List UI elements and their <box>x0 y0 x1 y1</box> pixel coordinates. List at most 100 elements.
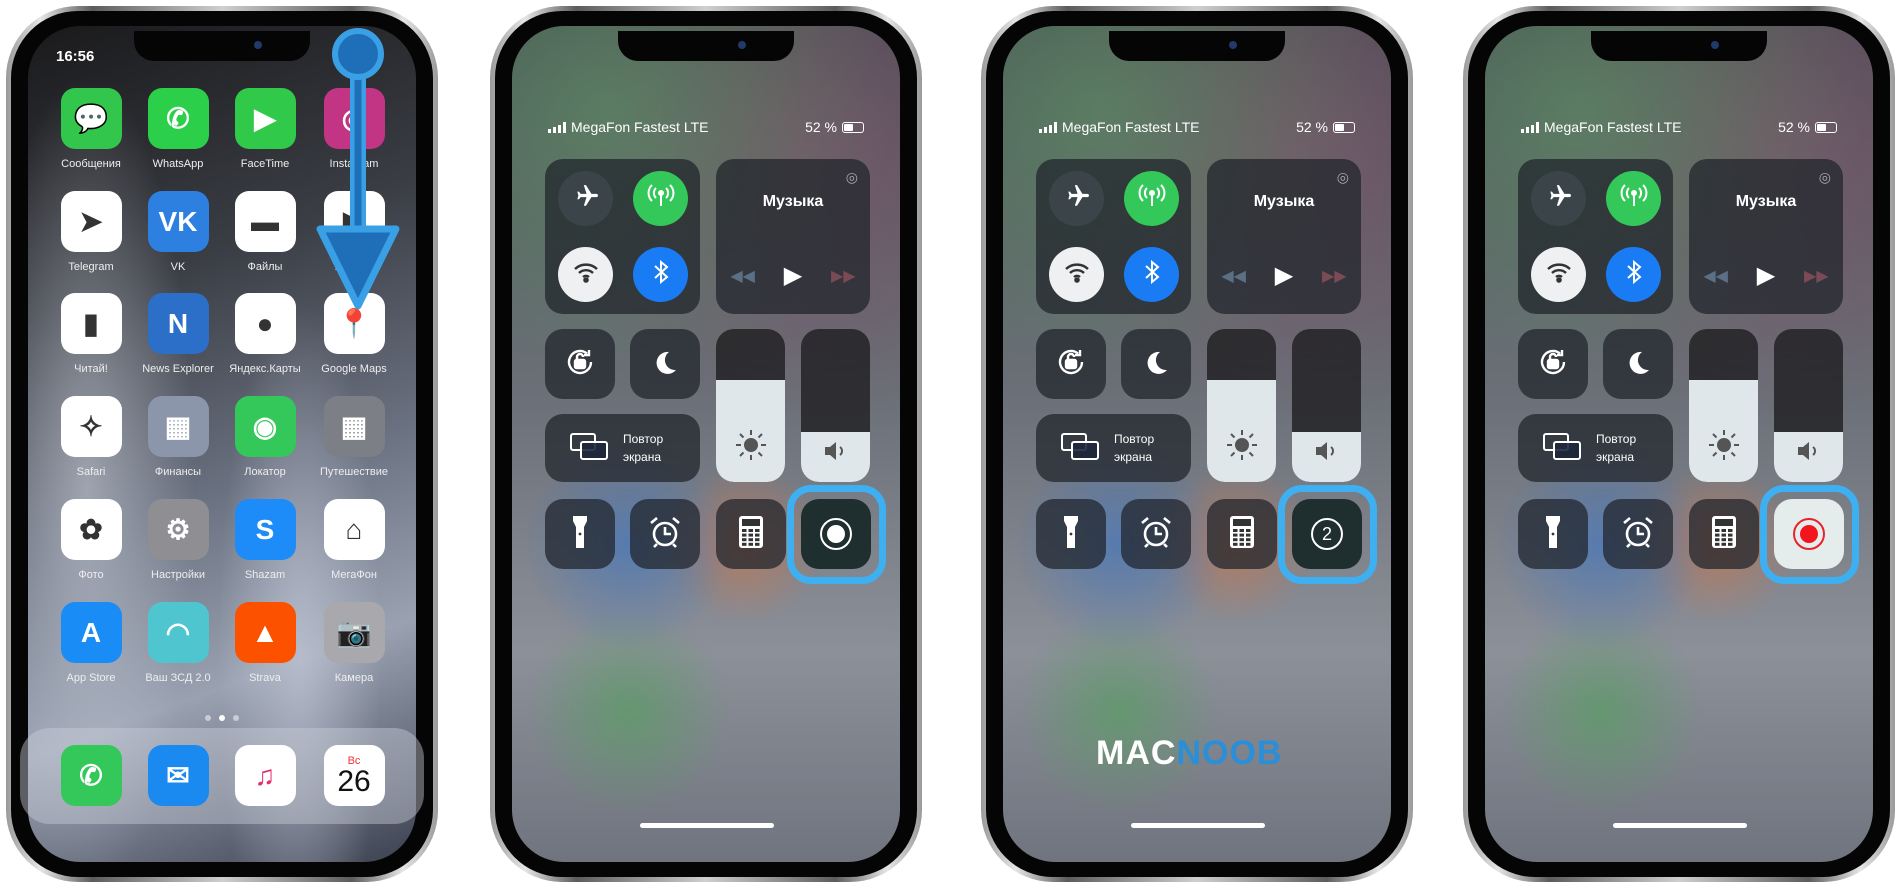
alarm-button[interactable] <box>1603 499 1673 569</box>
page-indicator[interactable] <box>205 715 239 721</box>
music-panel[interactable]: Музыка ◎ ◀◀ ▶ ▶▶ <box>1207 159 1361 314</box>
bluetooth-icon <box>651 259 671 291</box>
page-dot <box>219 715 225 721</box>
bluetooth-toggle[interactable] <box>1124 247 1179 302</box>
home-indicator[interactable] <box>640 823 774 828</box>
fast-forward-icon[interactable]: ▶▶ <box>1322 266 1347 286</box>
screen-mirroring-button[interactable]: Повтор экрана <box>1036 414 1191 482</box>
do-not-disturb-button[interactable] <box>630 329 700 399</box>
airplay-icon[interactable]: ◎ <box>846 169 858 186</box>
home-indicator[interactable] <box>1131 823 1265 828</box>
app-yandex-maps[interactable]: ● Яндекс.Карты <box>229 293 301 375</box>
app-camera[interactable]: 📷 Камера <box>323 602 385 684</box>
volume-slider[interactable] <box>1292 329 1361 482</box>
play-icon[interactable]: ▶ <box>1757 261 1775 290</box>
brightness-slider[interactable] <box>1207 329 1276 482</box>
play-icon[interactable]: ▶ <box>784 261 802 290</box>
watermark-mac: MAC <box>1096 734 1177 772</box>
wifi-toggle[interactable] <box>1049 247 1104 302</box>
battery-icon <box>1815 121 1837 133</box>
orientation-lock-button[interactable] <box>1518 329 1588 399</box>
play-icon[interactable]: ▶ <box>1275 261 1293 290</box>
volume-slider[interactable] <box>1774 329 1843 482</box>
music-panel[interactable]: Музыка ◎ ◀◀ ▶ ▶▶ <box>1689 159 1843 314</box>
app-vk[interactable]: VK VK <box>147 191 209 273</box>
brightness-slider[interactable] <box>1689 329 1758 482</box>
fast-forward-icon[interactable]: ▶▶ <box>1804 266 1829 286</box>
rewind-icon[interactable]: ◀◀ <box>1703 266 1728 286</box>
mirroring-label: Повтор экрана <box>1114 430 1154 466</box>
vk-icon: VK <box>147 191 209 252</box>
cellular-data-toggle[interactable] <box>1606 171 1661 226</box>
music-panel[interactable]: Музыка ◎ ◀◀ ▶ ▶▶ <box>716 159 870 314</box>
app-telegram[interactable]: ➤ Telegram <box>60 191 122 273</box>
volume-icon <box>1774 440 1843 468</box>
app-find-my[interactable]: ◉ Локатор <box>234 396 296 478</box>
cellular-data-toggle[interactable] <box>633 171 688 226</box>
dock-mail[interactable]: ✉ <box>147 745 209 806</box>
airplane-mode-icon <box>573 183 599 215</box>
app-zsd[interactable]: ◠ Ваш ЗСД 2.0 <box>145 602 211 684</box>
signal-bar <box>1536 121 1539 133</box>
airplay-icon[interactable]: ◎ <box>1819 169 1831 186</box>
do-not-disturb-button[interactable] <box>1603 329 1673 399</box>
screen-mirroring-button[interactable]: Повтор экрана <box>1518 414 1673 482</box>
calculator-button[interactable] <box>1207 499 1277 569</box>
calculator-button[interactable] <box>716 499 786 569</box>
alarm-button[interactable] <box>630 499 700 569</box>
alarm-button[interactable] <box>1121 499 1191 569</box>
app-safari[interactable]: ✧ Safari <box>60 396 122 478</box>
cellular-data-toggle[interactable] <box>1124 171 1179 226</box>
app-facetime[interactable]: ▶ FaceTime <box>234 88 296 170</box>
battery-level <box>1335 123 1345 131</box>
airplane-mode-toggle[interactable] <box>1531 171 1586 226</box>
app-settings[interactable]: ⚙ Настройки <box>147 499 209 581</box>
flashlight-button[interactable] <box>545 499 615 569</box>
do-not-disturb-button[interactable] <box>1121 329 1191 399</box>
app-whatsapp[interactable]: ✆ WhatsApp <box>147 88 209 170</box>
app-folder[interactable]: ▦ Путешествие <box>320 396 388 478</box>
dock-calendar[interactable]: Вс 26 <box>323 745 385 806</box>
app-messages[interactable]: 💬 Сообщения <box>60 88 122 170</box>
calculator-icon <box>738 515 764 554</box>
notch <box>1591 31 1767 61</box>
brightness-slider[interactable] <box>716 329 785 482</box>
app-folder[interactable]: ▦ Финансы <box>147 396 209 478</box>
orientation-lock-button[interactable] <box>1036 329 1106 399</box>
app-photos[interactable]: ✿ Фото <box>60 499 122 581</box>
front-camera <box>254 41 262 49</box>
orientation-lock-icon <box>1054 345 1088 384</box>
screen-mirroring-button[interactable]: Повтор экрана <box>545 414 700 482</box>
app-litres[interactable]: ▮ Читай! <box>60 293 122 375</box>
zsd-icon: ◠ <box>147 602 209 663</box>
telegram-icon: ➤ <box>60 191 122 252</box>
fast-forward-icon[interactable]: ▶▶ <box>831 266 856 286</box>
wifi-toggle[interactable] <box>1531 247 1586 302</box>
app-shazam[interactable]: S Shazam <box>234 499 296 581</box>
rewind-icon[interactable]: ◀◀ <box>730 266 755 286</box>
flashlight-button[interactable] <box>1518 499 1588 569</box>
volume-slider[interactable] <box>801 329 870 482</box>
airplay-icon[interactable]: ◎ <box>1337 169 1349 186</box>
signal-bar <box>1044 126 1047 133</box>
app-app-store[interactable]: A App Store <box>60 602 122 684</box>
app-label: Камера <box>334 672 374 684</box>
bluetooth-toggle[interactable] <box>1606 247 1661 302</box>
bluetooth-toggle[interactable] <box>633 247 688 302</box>
dock-phone[interactable]: ✆ <box>60 745 122 806</box>
rewind-icon[interactable]: ◀◀ <box>1221 266 1246 286</box>
app-strava[interactable]: ▲ Strava <box>234 602 296 684</box>
dock-music[interactable]: ♫ <box>234 745 296 806</box>
app-files[interactable]: ▬ Файлы <box>234 191 296 273</box>
airplane-mode-toggle[interactable] <box>1049 171 1104 226</box>
calculator-button[interactable] <box>1689 499 1759 569</box>
home-indicator[interactable] <box>1613 823 1747 828</box>
airplane-mode-toggle[interactable] <box>558 171 613 226</box>
brightness-icon <box>1689 428 1758 468</box>
mirroring-label-line1: Повтор <box>1596 432 1637 446</box>
flashlight-button[interactable] <box>1036 499 1106 569</box>
wifi-toggle[interactable] <box>558 247 613 302</box>
app-news-explorer[interactable]: N News Explorer <box>142 293 214 375</box>
orientation-lock-button[interactable] <box>545 329 615 399</box>
app-megafon[interactable]: ⌂ МегаФон <box>323 499 385 581</box>
